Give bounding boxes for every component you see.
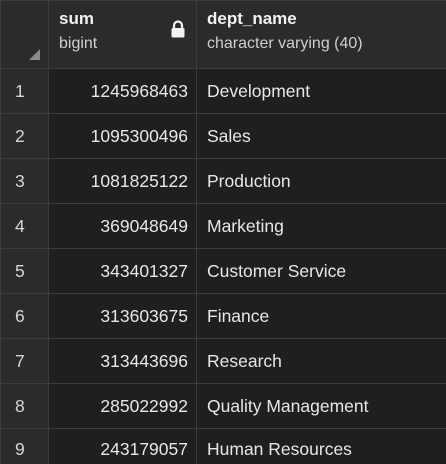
- cell-sum[interactable]: 1245968463: [48, 68, 197, 114]
- row-number[interactable]: 3: [0, 158, 49, 204]
- select-all-corner[interactable]: [0, 0, 49, 69]
- cell-dept-name[interactable]: Finance: [196, 293, 446, 339]
- cell-dept-name[interactable]: Marketing: [196, 203, 446, 249]
- cell-sum[interactable]: 1081825122: [48, 158, 197, 204]
- cell-sum[interactable]: 243179057: [48, 428, 197, 464]
- column-type: character varying (40): [207, 35, 363, 52]
- table-row[interactable]: 8 285022992 Quality Management: [0, 383, 446, 429]
- cell-sum[interactable]: 343401327: [48, 248, 197, 294]
- cell-sum[interactable]: 313443696: [48, 338, 197, 384]
- cell-sum[interactable]: 313603675: [48, 293, 197, 339]
- column-header-sum[interactable]: sum bigint: [48, 0, 197, 69]
- cell-dept-name[interactable]: Human Resources: [196, 428, 446, 464]
- row-number[interactable]: 9: [0, 428, 49, 464]
- results-body: 1 1245968463 Development 2 1095300496 Sales 3 1…: [0, 68, 446, 464]
- cell-sum[interactable]: 285022992: [48, 383, 197, 429]
- table-row[interactable]: 1 1245968463 Development: [0, 68, 446, 114]
- cell-dept-name[interactable]: Quality Management: [196, 383, 446, 429]
- table-row[interactable]: 3 1081825122 Production: [0, 158, 446, 204]
- table-row[interactable]: 9 243179057 Human Resources: [0, 428, 446, 464]
- column-name: dept_name: [207, 9, 297, 28]
- row-number[interactable]: 8: [0, 383, 49, 429]
- table-row[interactable]: 4 369048649 Marketing: [0, 203, 446, 249]
- cell-dept-name[interactable]: Research: [196, 338, 446, 384]
- table-row[interactable]: 2 1095300496 Sales: [0, 113, 446, 159]
- cell-dept-name[interactable]: Production: [196, 158, 446, 204]
- table-row[interactable]: 6 313603675 Finance: [0, 293, 446, 339]
- row-number[interactable]: 4: [0, 203, 49, 249]
- row-number[interactable]: 6: [0, 293, 49, 339]
- table-row[interactable]: 7 313443696 Research: [0, 338, 446, 384]
- row-number[interactable]: 5: [0, 248, 49, 294]
- row-number[interactable]: 1: [0, 68, 49, 114]
- header-row: sum bigint dept_name character varying (…: [0, 0, 446, 69]
- column-header-dept-name[interactable]: dept_name character varying (40): [196, 0, 446, 69]
- select-all-triangle-icon: [29, 49, 40, 60]
- query-results-grid: sum bigint dept_name character varying (…: [0, 0, 446, 464]
- lock-icon: [171, 20, 185, 38]
- table-row[interactable]: 5 343401327 Customer Service: [0, 248, 446, 294]
- results-table: sum bigint dept_name character varying (…: [0, 0, 446, 464]
- cell-dept-name[interactable]: Customer Service: [196, 248, 446, 294]
- cell-dept-name[interactable]: Sales: [196, 113, 446, 159]
- cell-sum[interactable]: 1095300496: [48, 113, 197, 159]
- row-number[interactable]: 7: [0, 338, 49, 384]
- cell-dept-name[interactable]: Development: [196, 68, 446, 114]
- cell-sum[interactable]: 369048649: [48, 203, 197, 249]
- row-number[interactable]: 2: [0, 113, 49, 159]
